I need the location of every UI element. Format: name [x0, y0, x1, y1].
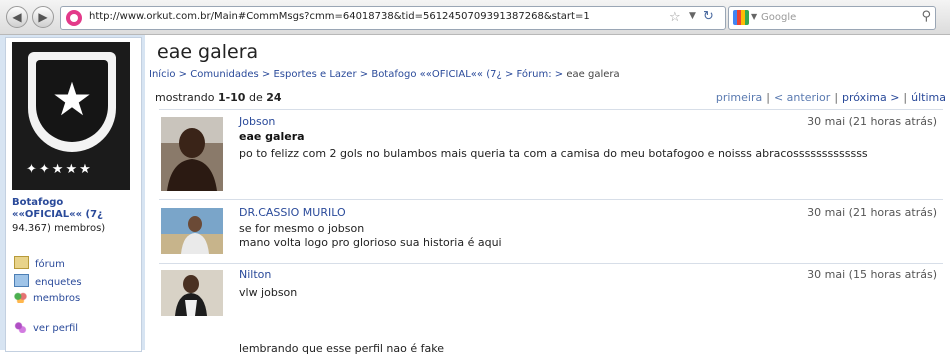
search-icon[interactable]: ⚲: [921, 9, 931, 24]
members-icon: [14, 292, 27, 303]
pagination: primeira | < anterior | próxima > | última: [715, 91, 946, 104]
post-author[interactable]: Nilton: [239, 268, 271, 281]
pager-last[interactable]: última: [911, 91, 946, 104]
post-author[interactable]: Jobson: [239, 115, 275, 128]
divider: [159, 199, 943, 200]
pager-next[interactable]: próxima >: [842, 91, 899, 104]
divider: [159, 109, 943, 110]
trophy-stars-icon: ✦✦★★★: [26, 162, 93, 177]
address-bar[interactable]: http://www.orkut.com.br/Main#CommMsgs?cm…: [60, 6, 726, 30]
sidebar-item-label: membros: [33, 293, 81, 304]
back-arrow-icon[interactable]: ◀: [6, 6, 28, 28]
history-dropdown-icon[interactable]: ▼: [689, 11, 696, 21]
url-text[interactable]: http://www.orkut.com.br/Main#CommMsgs?cm…: [89, 11, 590, 22]
sidebar-panel: ★ ✦✦★★★ Botafogo ««OFICIAL«« (7¿ 94.367)…: [5, 37, 142, 352]
pager-prev[interactable]: < anterior: [774, 91, 830, 104]
sidebar-item-forum[interactable]: fórum: [14, 256, 65, 270]
reload-icon[interactable]: ↻: [703, 9, 714, 24]
post-text: po to felizz com 2 gols no bulambos mais…: [239, 147, 868, 160]
community-logo[interactable]: ★ ✦✦★★★: [12, 42, 130, 190]
polls-icon: [14, 274, 29, 287]
forum-post: Nilton 30 mai (15 horas atrás) vlw jobso…: [159, 268, 943, 355]
google-engine-icon[interactable]: [733, 10, 749, 25]
search-placeholder[interactable]: Google: [761, 12, 796, 23]
post-text: lembrando que esse perfil nao é fake: [239, 342, 444, 355]
post-date: 30 mai (21 horas atrás): [807, 206, 937, 219]
browser-toolbar: ◀ ▶ http://www.orkut.com.br/Main#CommMsg…: [0, 0, 950, 35]
divider: [159, 263, 943, 264]
breadcrumb-forum[interactable]: Fórum:: [517, 69, 552, 80]
breadcrumb: Início > Comunidades > Esportes e Lazer …: [149, 69, 620, 80]
results-count: mostrando 1-10 de 24: [155, 91, 282, 104]
avatar-photo-icon: [161, 117, 223, 191]
avatar-photo-icon: [161, 270, 223, 316]
community-tag[interactable]: ««OFICIAL«« (7¿: [12, 209, 103, 220]
sidebar-item-label: ver perfil: [33, 323, 79, 334]
forum-post: Jobson 30 mai (21 horas atrás) eae galer…: [159, 115, 943, 203]
avatar[interactable]: [161, 270, 223, 316]
avatar[interactable]: [161, 117, 223, 191]
post-text: vlw jobson: [239, 286, 298, 299]
breadcrumb-home[interactable]: Início: [149, 69, 175, 80]
botafogo-shield-icon: ★: [28, 52, 116, 152]
breadcrumb-communities[interactable]: Comunidades: [190, 69, 258, 80]
page-title: eae galera: [157, 41, 259, 63]
search-bar[interactable]: ▼ Google ⚲: [728, 6, 936, 30]
star-icon: ★: [51, 72, 93, 126]
community-sidebar: ★ ✦✦★★★ Botafogo ««OFICIAL«« (7¿ 94.367)…: [0, 35, 145, 352]
community-member-count: 94.367) membros): [12, 223, 106, 234]
profile-icon: [14, 322, 27, 333]
breadcrumb-community[interactable]: Botafogo ««OFICIAL«« (7¿: [371, 69, 501, 80]
forum-post: DR.CASSIO MURILO 30 mai (21 horas atrás)…: [159, 206, 943, 264]
sidebar-item-members[interactable]: membros: [14, 292, 80, 304]
sidebar-item-label: enquetes: [35, 277, 82, 288]
community-name[interactable]: Botafogo: [12, 196, 63, 209]
post-text: mano volta logo pro glorioso sua histori…: [239, 236, 502, 249]
forum-icon: [14, 256, 29, 269]
post-title: eae galera: [239, 130, 305, 143]
sidebar-item-polls[interactable]: enquetes: [14, 274, 82, 288]
topic-main: eae galera Início > Comunidades > Esport…: [145, 35, 950, 355]
forward-arrow-icon[interactable]: ▶: [32, 6, 54, 28]
post-text: se for mesmo o jobson: [239, 222, 365, 235]
avatar-photo-icon: [161, 208, 223, 254]
breadcrumb-current: eae galera: [566, 69, 620, 80]
engine-dropdown-icon[interactable]: ▼: [751, 12, 757, 21]
post-date: 30 mai (21 horas atrás): [807, 115, 937, 128]
post-author[interactable]: DR.CASSIO MURILO: [239, 206, 346, 219]
bookmark-star-icon[interactable]: ☆: [669, 10, 681, 25]
pager-first[interactable]: primeira: [716, 91, 762, 104]
breadcrumb-category[interactable]: Esportes e Lazer: [273, 69, 356, 80]
sidebar-item-profile[interactable]: ver perfil: [14, 322, 78, 334]
sidebar-item-label: fórum: [35, 259, 65, 270]
orkut-site-icon: [66, 10, 82, 26]
post-date: 30 mai (15 horas atrás): [807, 268, 937, 281]
avatar[interactable]: [161, 208, 223, 254]
